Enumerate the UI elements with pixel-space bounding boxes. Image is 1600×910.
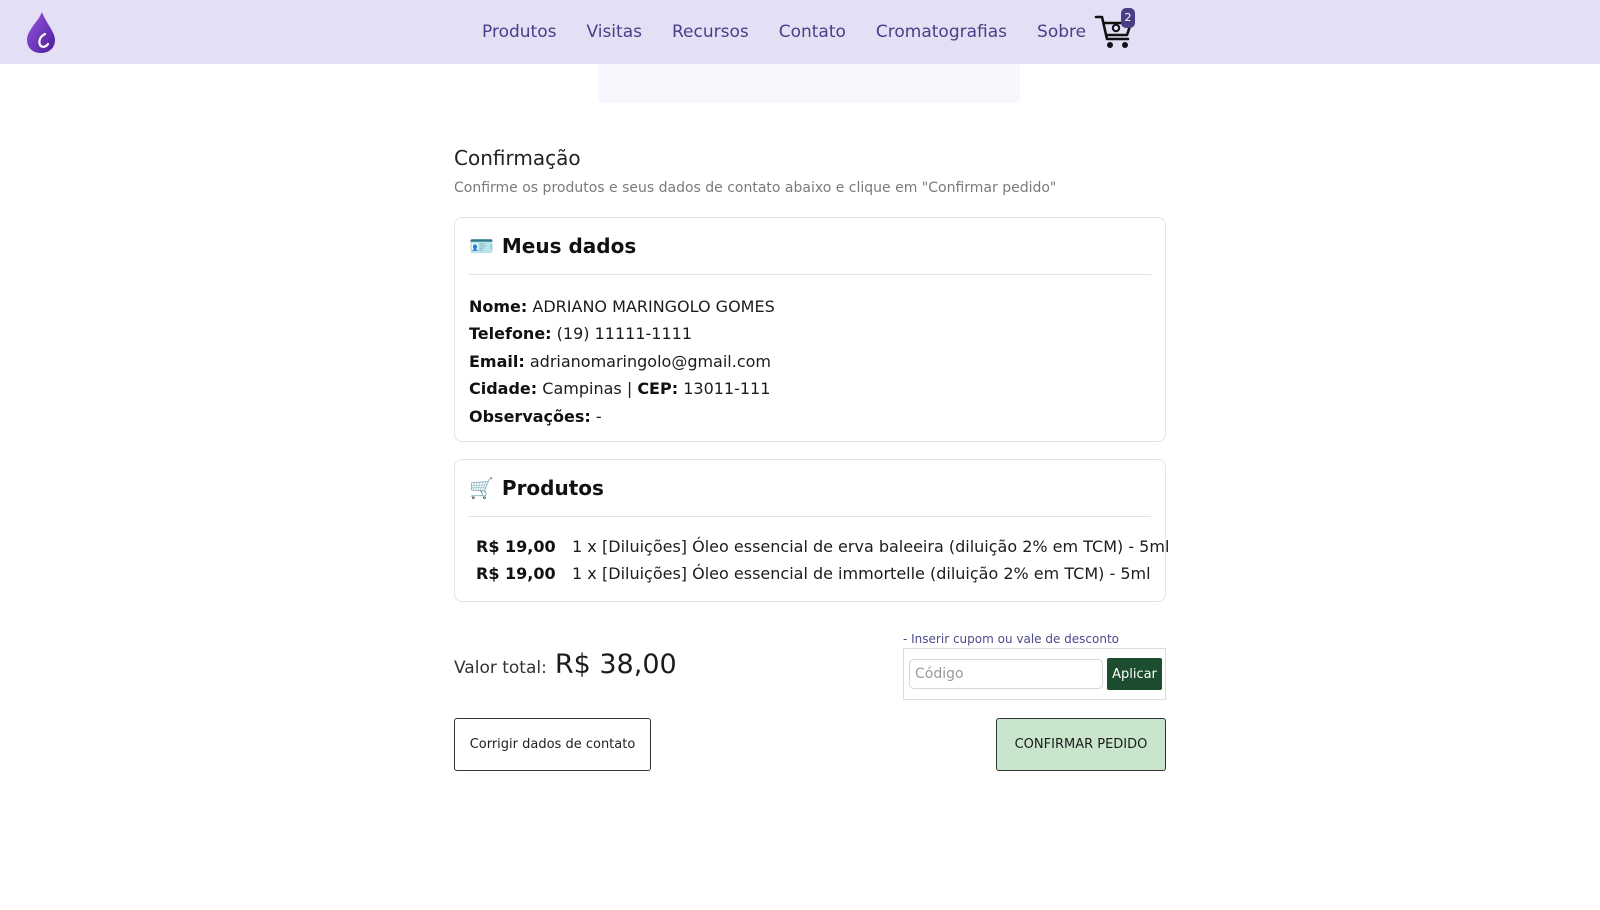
email-label: Email: — [469, 351, 525, 371]
city-value: Campinas — [542, 379, 622, 399]
nav-link-cromatografias[interactable]: Cromatografias — [876, 22, 1007, 42]
product-row: R$ 19,00 1 x [Diluições] Óleo essencial … — [476, 564, 1151, 583]
cep-value: 13011-111 — [683, 379, 771, 399]
products-title: 🛒 Produtos — [469, 476, 604, 500]
product-name: [Diluições] Óleo essencial de erva balee… — [602, 537, 1170, 556]
my-data-title: 🪪 Meus dados — [469, 234, 636, 258]
logo-icon[interactable] — [24, 10, 58, 54]
coupon-code-input[interactable] — [909, 659, 1103, 689]
city-label: Cidade: — [469, 379, 538, 399]
name-row: Nome: ADRIANO MARINGOLO GOMES — [469, 293, 775, 320]
nav-link-recursos[interactable]: Recursos — [672, 22, 749, 42]
apply-coupon-button[interactable]: Aplicar — [1107, 658, 1162, 690]
product-price: R$ 19,00 — [476, 537, 556, 556]
edit-contact-button[interactable]: Corrigir dados de contato — [454, 718, 651, 771]
faint-notification — [598, 48, 1020, 103]
notes-label: Observações: — [469, 406, 591, 426]
divider — [469, 274, 1151, 275]
nav-link-contato[interactable]: Contato — [779, 22, 846, 42]
phone-row: Telefone: (19) 11111-1111 — [469, 320, 775, 347]
email-value: adrianomaringolo@gmail.com — [529, 351, 772, 371]
contact-details: Nome: ADRIANO MARINGOLO GOMES Telefone: … — [469, 293, 775, 430]
email-row: Email: adrianomaringolo@gmail.com — [469, 348, 775, 375]
products-title-text: Produtos — [501, 476, 604, 500]
coupon-box: Aplicar — [903, 648, 1166, 700]
product-quantity: 1 x — [572, 564, 597, 583]
page-title: Confirmação — [454, 146, 581, 170]
nav-link-visitas[interactable]: Visitas — [586, 22, 642, 42]
total-value: R$ 38,00 — [554, 649, 677, 680]
name-value: ADRIANO MARINGOLO GOMES — [532, 297, 775, 316]
coupon-toggle-link[interactable]: - Inserir cupom ou vale de desconto — [903, 632, 1119, 646]
product-price: R$ 19,00 — [476, 564, 556, 583]
my-data-card: 🪪 Meus dados Nome: ADRIANO MARINGOLO GOM… — [454, 217, 1166, 442]
page-subtitle: Confirme os produtos e seus dados de con… — [454, 180, 1057, 196]
city-row: Cidade: Campinas | CEP: 13011-111 — [469, 375, 775, 402]
divider — [469, 516, 1151, 517]
id-card-icon: 🪪 — [469, 234, 494, 258]
product-row: R$ 19,00 1 x [Diluições] Óleo essencial … — [476, 537, 1169, 556]
separator: | — [626, 379, 633, 399]
name-label: Nome: — [469, 297, 528, 316]
nav-link-sobre[interactable]: Sobre — [1037, 22, 1086, 42]
order-total: Valor total: R$ 38,00 — [454, 649, 677, 680]
phone-value: (19) 11111-1111 — [556, 324, 692, 344]
shopping-cart-icon: 🛒 — [469, 476, 494, 500]
cart-count-badge: 2 — [1121, 8, 1135, 28]
product-name: [Diluições] Óleo essencial de immortelle… — [602, 564, 1151, 583]
nav-link-produtos[interactable]: Produtos — [482, 22, 556, 42]
confirm-order-button[interactable]: CONFIRMAR PEDIDO — [996, 718, 1166, 771]
notes-value: - — [595, 406, 602, 426]
product-quantity: 1 x — [572, 537, 597, 556]
my-data-title-text: Meus dados — [501, 234, 637, 258]
total-label: Valor total: — [454, 658, 547, 678]
products-card: 🛒 Produtos R$ 19,00 1 x [Diluições] Óleo… — [454, 459, 1169, 602]
phone-label: Telefone: — [469, 324, 552, 344]
notes-row: Observações: - — [469, 403, 775, 430]
cep-label: CEP: — [637, 379, 679, 399]
